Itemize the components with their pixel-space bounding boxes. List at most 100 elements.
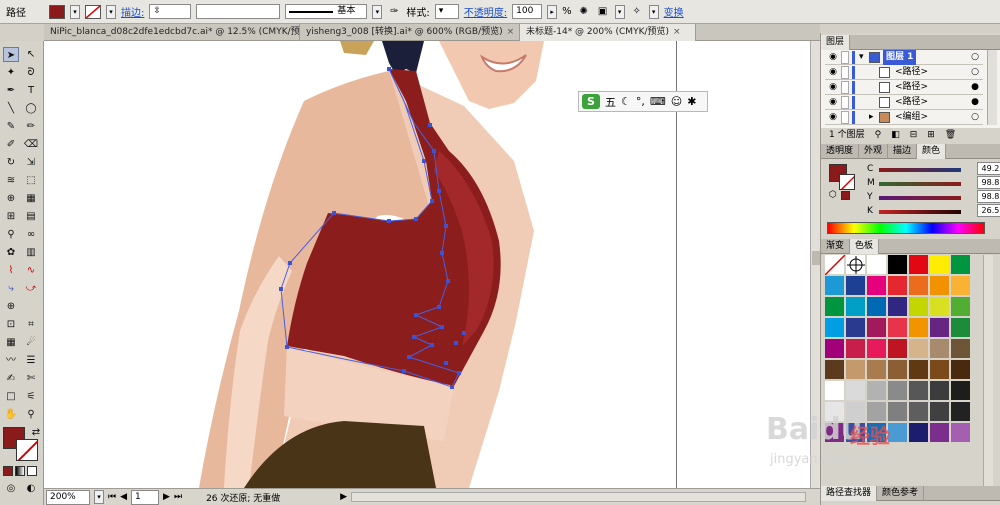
eyedropper-tool-icon[interactable]: ⚲ bbox=[3, 227, 19, 242]
warp-tool-icon[interactable]: ≋ bbox=[3, 173, 19, 188]
none-mode-button[interactable] bbox=[27, 466, 37, 476]
eye-icon[interactable]: ◉ bbox=[827, 80, 839, 95]
paintbrush-tool-icon[interactable]: ✎ bbox=[3, 119, 19, 134]
color-swatch[interactable] bbox=[888, 360, 908, 380]
color-swatch[interactable] bbox=[825, 381, 845, 401]
reshape-tool-icon[interactable]: ⤻ bbox=[23, 281, 39, 296]
color-swatch[interactable] bbox=[846, 339, 866, 359]
color-swatch[interactable] bbox=[909, 339, 929, 359]
layer-name[interactable]: <路径> bbox=[895, 95, 928, 110]
eye-icon[interactable]: ◉ bbox=[827, 65, 839, 80]
color-swatch[interactable] bbox=[951, 360, 971, 380]
lock-box[interactable] bbox=[841, 66, 849, 79]
tab-stroke[interactable]: 描边 bbox=[888, 144, 918, 159]
artboard-select-tool-icon[interactable]: □ bbox=[3, 389, 19, 404]
chart-tool-icon[interactable]: ▦ bbox=[3, 335, 19, 350]
width-tool-icon[interactable]: ⌇ bbox=[3, 263, 19, 278]
crosshair-tool-icon[interactable]: ⊕ bbox=[3, 299, 19, 314]
color-swatch[interactable] bbox=[825, 318, 845, 338]
color-swatch[interactable] bbox=[846, 276, 866, 296]
color-swatch[interactable] bbox=[951, 318, 971, 338]
color-swatch[interactable] bbox=[930, 318, 950, 338]
curvature-tool-icon[interactable]: ∿ bbox=[23, 263, 39, 278]
gradient-mode-button[interactable] bbox=[15, 466, 25, 476]
tab-color-guide[interactable]: 颜色参考 bbox=[877, 486, 925, 501]
color-swatch[interactable] bbox=[867, 318, 887, 338]
expand-icon[interactable]: ▾ bbox=[859, 50, 864, 65]
spray-tool-icon[interactable]: ☄ bbox=[23, 335, 39, 350]
color-swatch[interactable] bbox=[825, 255, 846, 276]
rotate-tool-icon[interactable]: ↻ bbox=[3, 155, 19, 170]
color-swatch[interactable] bbox=[867, 339, 887, 359]
target-icon[interactable]: ○ bbox=[971, 50, 979, 65]
color-swatch[interactable] bbox=[909, 297, 929, 317]
layer-row[interactable]: ◉ ▾ 图层 1 ○ bbox=[825, 50, 983, 65]
black-value[interactable]: 26.56 bbox=[977, 204, 1000, 217]
color-swatch[interactable] bbox=[825, 276, 845, 296]
lock-box[interactable] bbox=[841, 51, 849, 64]
color-swatch[interactable] bbox=[888, 381, 908, 401]
draw-mode-icon[interactable]: ◎ bbox=[3, 481, 19, 496]
tab-layers[interactable]: 图层 bbox=[821, 35, 851, 50]
zigzag-tool-icon[interactable]: 〰 bbox=[3, 353, 19, 368]
color-mode-button[interactable] bbox=[3, 466, 13, 476]
moon-icon[interactable]: ☾ bbox=[621, 95, 631, 108]
color-swatch[interactable] bbox=[951, 297, 971, 317]
join-tool-icon[interactable]: ⤷ bbox=[3, 281, 19, 296]
color-swatch[interactable] bbox=[951, 423, 971, 443]
color-swatch[interactable] bbox=[867, 255, 887, 275]
pen-tool-icon[interactable]: ✒ bbox=[3, 83, 19, 98]
artboard-tool-icon[interactable]: ⊡ bbox=[3, 317, 19, 332]
tab-appearance[interactable]: 外观 bbox=[859, 144, 889, 159]
clipping-mask-icon[interactable]: ◧ bbox=[891, 128, 900, 142]
artboard-canvas[interactable]: S 五 ☾ °, ⌨ ☺ ✱ bbox=[44, 41, 810, 488]
vertical-scrollbar[interactable] bbox=[810, 41, 820, 488]
punctuation-icon[interactable]: °, bbox=[636, 95, 645, 108]
color-swatch[interactable] bbox=[846, 381, 866, 401]
color-swatch[interactable] bbox=[888, 423, 908, 443]
eye-icon[interactable]: ◉ bbox=[827, 110, 839, 125]
horizontal-scrollbar[interactable] bbox=[350, 492, 806, 502]
live-paint-tool-icon[interactable]: ✍ bbox=[3, 371, 19, 386]
last-color-swatch[interactable] bbox=[841, 191, 850, 200]
color-swatch[interactable] bbox=[888, 339, 908, 359]
stroke-swatch[interactable] bbox=[85, 4, 101, 19]
color-swatch[interactable] bbox=[888, 255, 908, 275]
color-swatch[interactable] bbox=[846, 423, 866, 443]
color-swatch[interactable] bbox=[930, 297, 950, 317]
layer-row[interactable]: ◉ <路径> ● bbox=[825, 95, 983, 110]
stroke-dropdown-icon[interactable]: ▾ bbox=[106, 4, 116, 19]
ellipse-tool-icon[interactable]: ◯ bbox=[23, 101, 39, 116]
color-swatch[interactable] bbox=[825, 402, 845, 422]
color-swatch[interactable] bbox=[888, 276, 908, 296]
zoom-dropdown-icon[interactable]: ▾ bbox=[94, 490, 104, 504]
symbol-sprayer-tool-icon[interactable]: ✿ bbox=[3, 245, 19, 260]
color-swatch[interactable] bbox=[909, 423, 929, 443]
free-transform-tool-icon[interactable]: ⬚ bbox=[23, 173, 39, 188]
user-icon[interactable]: ☺ bbox=[671, 95, 682, 108]
selection-tool-icon[interactable]: ➤ bbox=[3, 47, 19, 62]
stroke-profile-field[interactable]: 基本 bbox=[285, 4, 368, 19]
magic-wand-icon[interactable]: ✧ bbox=[630, 5, 644, 19]
close-icon[interactable]: × bbox=[673, 27, 681, 37]
style-field[interactable]: ▾ bbox=[434, 4, 459, 19]
color-swatch[interactable] bbox=[909, 360, 929, 380]
measure-tool-icon[interactable]: ⚟ bbox=[23, 389, 39, 404]
color-swatch[interactable] bbox=[888, 297, 908, 317]
color-swatch[interactable] bbox=[846, 318, 866, 338]
layer-name[interactable]: <路径> bbox=[895, 80, 928, 95]
color-swatch[interactable] bbox=[930, 381, 950, 401]
tab-document-1[interactable]: NiPic_blanca_d08c2dfe1edcbd7c.ai* @ 12.5… bbox=[44, 24, 300, 41]
scroll-thumb[interactable] bbox=[812, 251, 820, 265]
wrench-icon[interactable]: ✱ bbox=[687, 95, 696, 108]
tab-gradient[interactable]: 渐变 bbox=[821, 239, 851, 254]
opacity-field[interactable]: 100 bbox=[512, 4, 543, 19]
color-swatch[interactable] bbox=[951, 381, 971, 401]
color-swatch[interactable] bbox=[930, 360, 950, 380]
expand-icon[interactable]: ▸ bbox=[869, 110, 874, 125]
blob-brush-tool-icon[interactable]: ✐ bbox=[3, 137, 19, 152]
eraser-tool-icon[interactable]: ⌫ bbox=[23, 137, 39, 152]
layer-row[interactable]: ◉ <路径> ● bbox=[825, 80, 983, 95]
layers-scrollbar[interactable] bbox=[987, 50, 997, 125]
color-swatch[interactable] bbox=[930, 402, 950, 422]
